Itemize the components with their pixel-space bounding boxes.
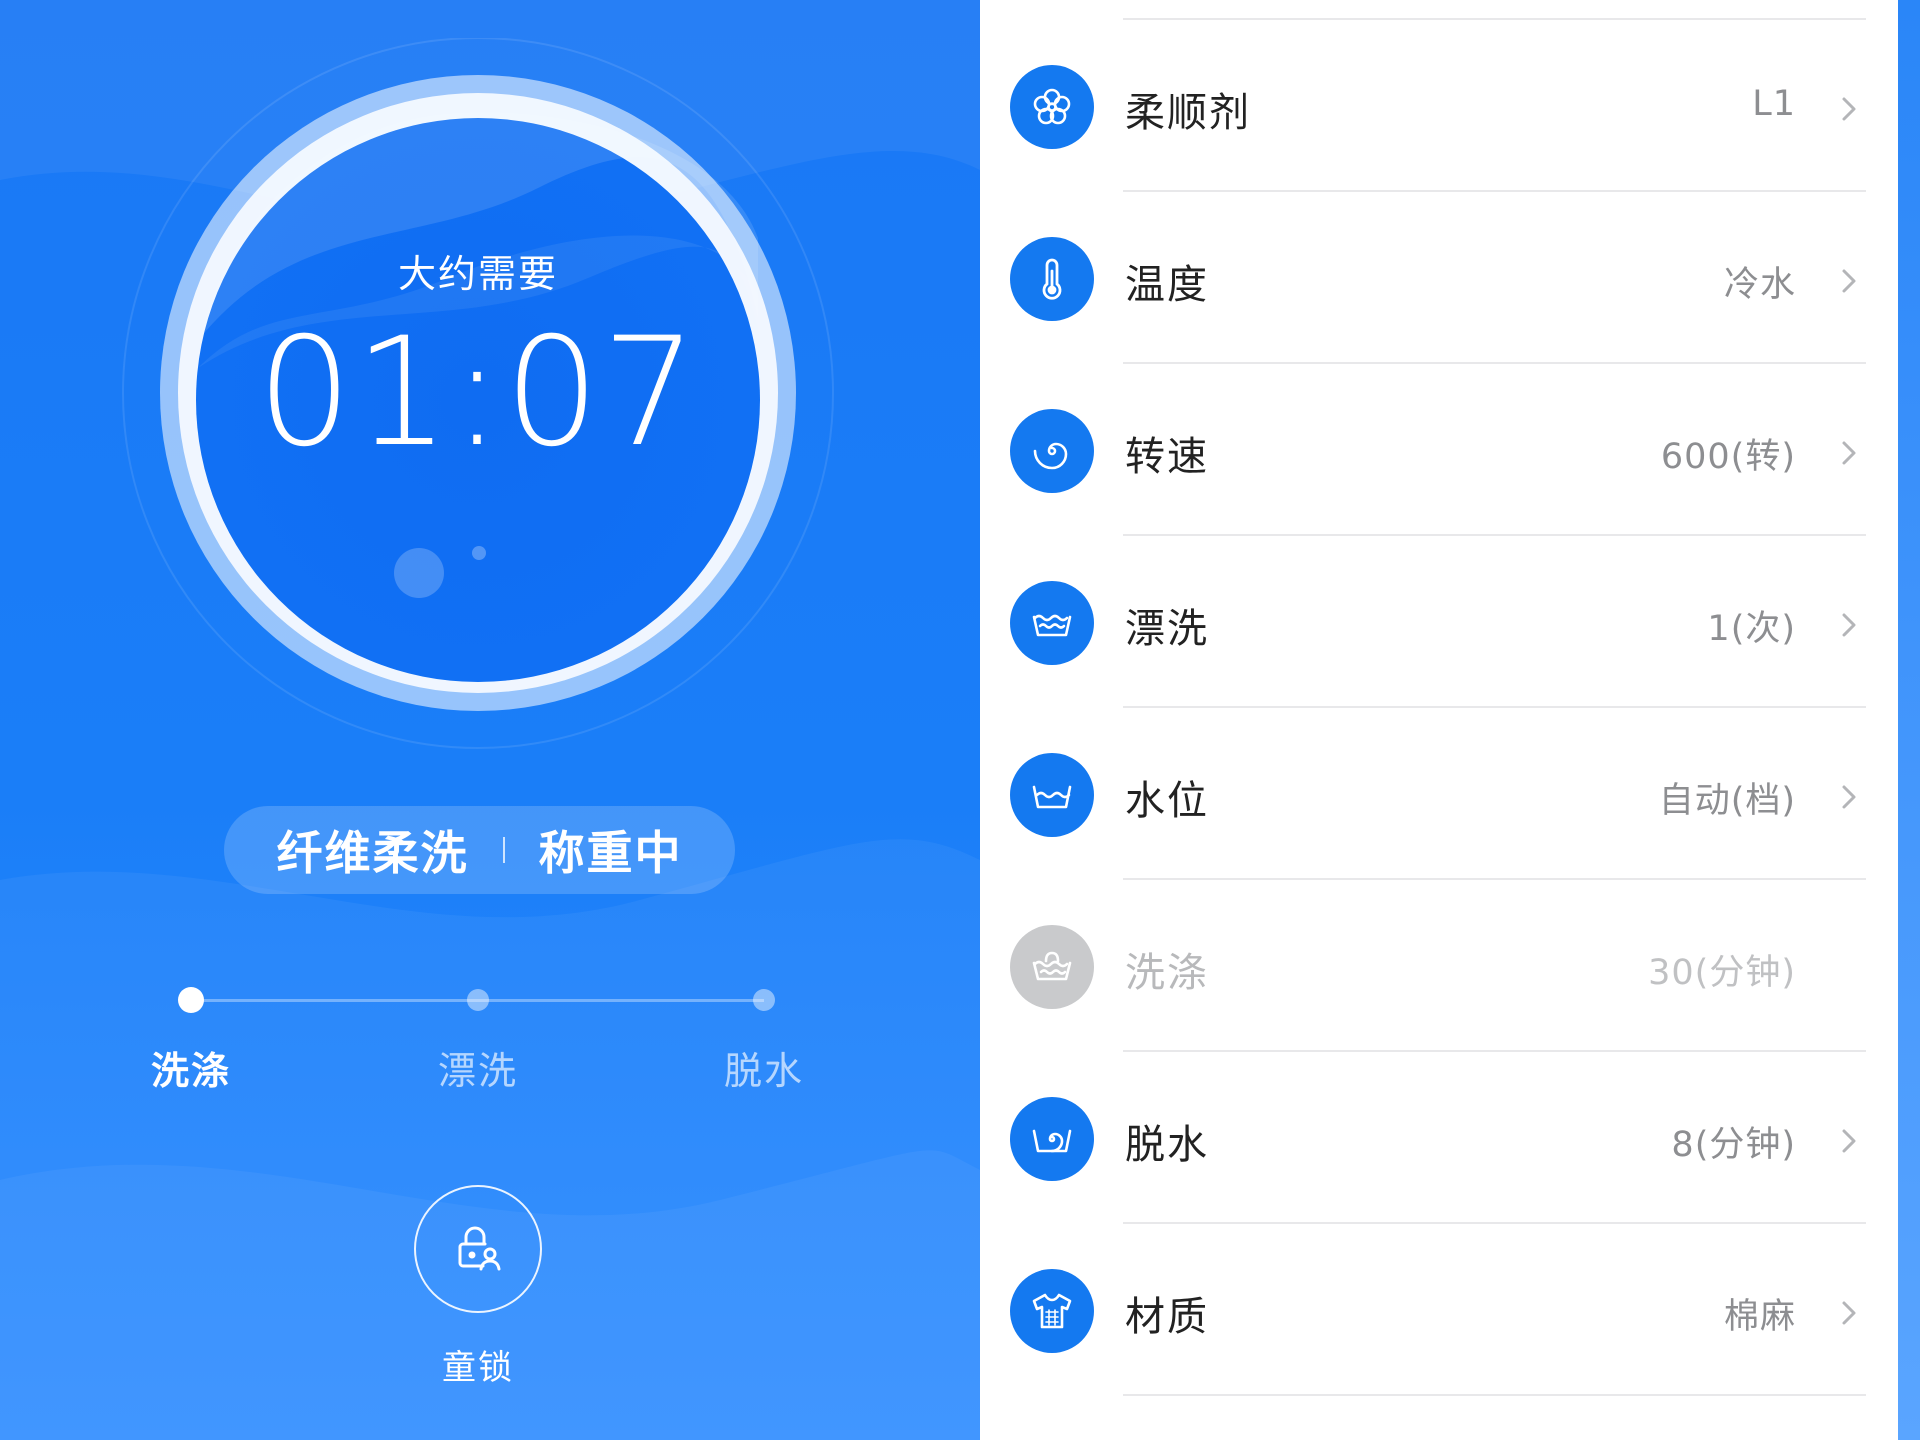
chevron-right-icon — [1842, 613, 1856, 637]
setting-value: 冷水 — [1723, 265, 1796, 305]
program-name: 纤维柔洗 — [276, 826, 469, 880]
wash-tub-icon — [1032, 951, 1072, 981]
step-label-rinse: 漂洗 — [437, 1049, 518, 1093]
flower-icon — [1033, 88, 1071, 125]
setting-value: L1 — [1752, 84, 1796, 124]
setting-value: 自动(档) — [1658, 781, 1796, 821]
setting-label: 脱水 — [1125, 1122, 1209, 1168]
washer-control-screen: 大约需要 01:07 纤维柔洗 称重中 洗涤 漂洗 脱水 童锁 柔顺剂 L1 温… — [0, 0, 1920, 1440]
setting-label: 水位 — [1125, 778, 1209, 824]
water-level-icon — [1032, 785, 1072, 809]
setting-label: 材质 — [1125, 1294, 1209, 1340]
time-dial: 大约需要 01:07 — [118, 38, 838, 758]
wash-icon-badge — [1010, 925, 1094, 1009]
step-label-spin: 脱水 — [723, 1049, 804, 1093]
chevron-right-icon — [1842, 269, 1856, 293]
chevron-right-icon — [1842, 441, 1856, 465]
step-dot-rinse — [467, 989, 489, 1011]
softener-icon-badge — [1010, 65, 1094, 149]
status-separator — [502, 837, 505, 863]
spiral-icon — [1033, 442, 1068, 470]
settings-list: 柔顺剂 L1 温度 冷水 转速 600(转) 漂洗 1(次) 水位 自动(档) … — [980, 0, 1898, 1440]
setting-row-softener[interactable]: 柔顺剂 L1 — [980, 20, 1898, 192]
setting-value: 棉麻 — [1723, 1297, 1796, 1337]
water-level-icon-badge — [1010, 753, 1094, 837]
child-lock-button[interactable] — [414, 1185, 542, 1313]
rinse-icon-badge — [1010, 581, 1094, 665]
setting-value: 600(转) — [1660, 437, 1796, 477]
child-lock-icon — [458, 1226, 501, 1271]
step-dot-spin — [753, 989, 775, 1011]
setting-row-spin-dry[interactable]: 脱水 8(分钟) — [980, 1052, 1898, 1224]
program-state: 称重中 — [538, 826, 683, 880]
setting-value: 30(分钟) — [1648, 953, 1796, 993]
rinse-tub-icon — [1032, 614, 1072, 637]
setting-row-wash: 洗涤 30(分钟) — [980, 880, 1898, 1052]
chevron-right-icon — [1842, 1301, 1856, 1325]
step-dot-wash — [178, 987, 204, 1013]
spin-dry-icon — [1032, 1129, 1072, 1153]
setting-label: 漂洗 — [1125, 606, 1209, 652]
setting-row-material[interactable]: 材质 棉麻 — [980, 1224, 1898, 1396]
time-caption: 大约需要 — [397, 252, 558, 296]
setting-label: 温度 — [1125, 262, 1209, 308]
thermometer-icon — [1042, 258, 1062, 300]
program-status-pill: 纤维柔洗 称重中 — [224, 806, 735, 894]
chevron-right-icon — [1842, 785, 1856, 809]
setting-label: 转速 — [1125, 434, 1209, 480]
setting-row-rinse[interactable]: 漂洗 1(次) — [980, 536, 1898, 708]
setting-row-spin-speed[interactable]: 转速 600(转) — [980, 364, 1898, 536]
status-panel: 大约需要 01:07 纤维柔洗 称重中 洗涤 漂洗 脱水 童锁 — [0, 0, 980, 1440]
spin-dry-icon-badge — [1010, 1097, 1094, 1181]
remaining-time: 01:07 — [256, 306, 700, 480]
setting-label: 洗涤 — [1125, 950, 1209, 996]
step-label-wash: 洗涤 — [150, 1049, 231, 1093]
setting-value: 1(次) — [1707, 609, 1796, 649]
setting-row-temperature[interactable]: 温度 冷水 — [980, 192, 1898, 364]
row-divider — [1123, 1394, 1866, 1396]
adjacent-panel-edge — [1898, 0, 1920, 1440]
temperature-icon-badge — [1010, 237, 1094, 321]
shirt-icon — [1032, 1293, 1072, 1329]
spin-speed-icon-badge — [1010, 409, 1094, 493]
chevron-right-icon — [1842, 97, 1856, 121]
setting-row-water-level[interactable]: 水位 自动(档) — [980, 708, 1898, 880]
child-lock-label: 童锁 — [442, 1348, 514, 1388]
material-icon-badge — [1010, 1269, 1094, 1353]
chevron-right-icon — [1842, 1129, 1856, 1153]
setting-label: 柔顺剂 — [1125, 90, 1251, 136]
setting-value: 8(分钟) — [1671, 1125, 1796, 1165]
